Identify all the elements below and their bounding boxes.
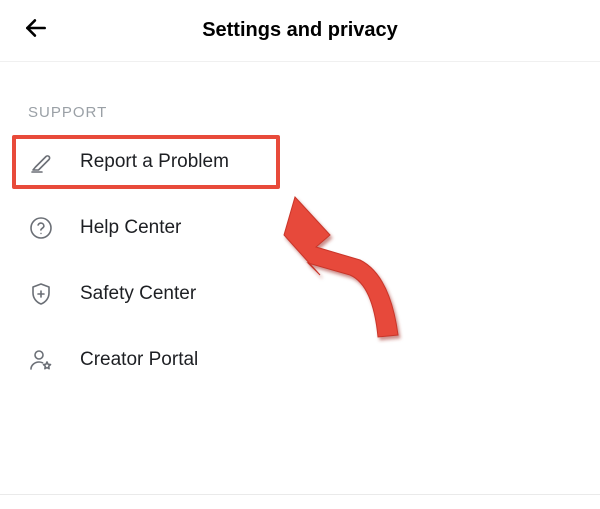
support-list: Report a Problem Help Center bbox=[0, 129, 600, 393]
divider bbox=[0, 494, 600, 495]
list-item-label: Creator Portal bbox=[80, 349, 198, 371]
arrow-left-icon bbox=[23, 15, 49, 46]
report-a-problem-item[interactable]: Report a Problem bbox=[0, 129, 600, 195]
creator-portal-item[interactable]: Creator Portal bbox=[0, 327, 600, 393]
pencil-edit-icon bbox=[28, 149, 54, 175]
list-item-label: Help Center bbox=[80, 217, 181, 239]
page-title: Settings and privacy bbox=[202, 19, 398, 42]
person-star-icon bbox=[28, 347, 54, 373]
page-header: Settings and privacy bbox=[0, 0, 600, 62]
list-item-label: Safety Center bbox=[80, 283, 196, 305]
support-section: SUPPORT Report a Problem Help Center bbox=[0, 62, 600, 393]
shield-plus-icon bbox=[28, 281, 54, 307]
help-center-item[interactable]: Help Center bbox=[0, 195, 600, 261]
back-button[interactable] bbox=[20, 15, 52, 47]
help-circle-icon bbox=[28, 215, 54, 241]
list-item-label: Report a Problem bbox=[80, 151, 229, 173]
section-header: SUPPORT bbox=[0, 62, 600, 129]
safety-center-item[interactable]: Safety Center bbox=[0, 261, 600, 327]
